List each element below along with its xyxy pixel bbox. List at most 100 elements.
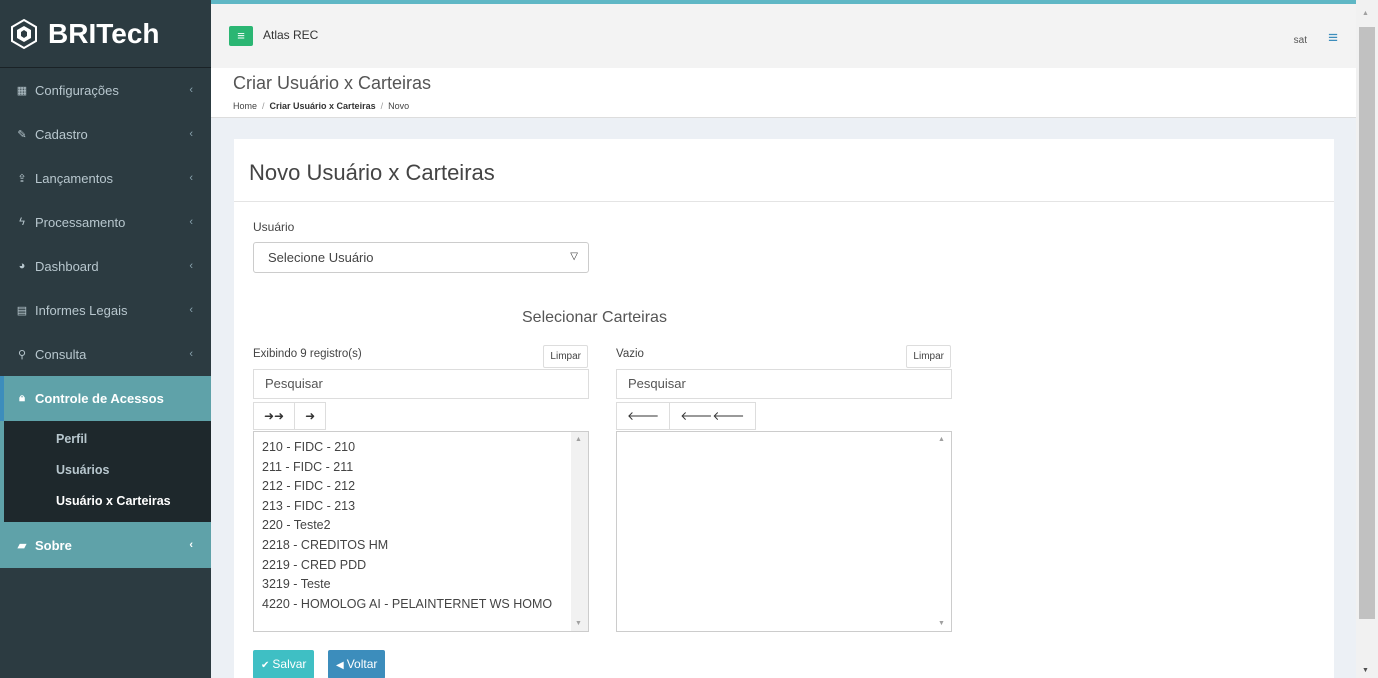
brand[interactable]: BRITech: [0, 0, 211, 68]
selected-info: Vazio: [616, 348, 644, 360]
scroll-down-icon[interactable]: ▼: [938, 620, 945, 627]
sidebar-item-label: Processamento: [35, 214, 126, 230]
scroll-up-icon[interactable]: ▲: [575, 436, 582, 443]
move-buttons: ➜➜ ➜: [253, 402, 327, 430]
move-all-button[interactable]: ➜➜: [253, 402, 296, 430]
move-selected-button[interactable]: ➜: [294, 402, 327, 430]
remove-all-button[interactable]: 🡐🡐: [669, 402, 756, 430]
bolt-icon: ϟ: [19, 216, 25, 228]
sidebar-item-label: Informes Legais: [35, 302, 128, 318]
breadcrumb-current[interactable]: Criar Usuário x Carteiras: [270, 101, 376, 111]
listbox-scrollbar[interactable]: ▲ ▼: [934, 432, 951, 631]
chevron-left-icon: ‹: [189, 172, 193, 184]
usuario-label: Usuário: [253, 220, 295, 234]
user-name[interactable]: sat: [1294, 35, 1307, 46]
list-item[interactable]: 4220 - HOMOLOG AI - PELAINTERNET WS HOMO: [262, 595, 588, 615]
form-box: Novo Usuário x Carteiras Usuário Selecio…: [234, 139, 1334, 678]
scroll-up-icon[interactable]: ▲: [938, 436, 945, 443]
form-title: Novo Usuário x Carteiras: [249, 160, 495, 185]
scrollbar-thumb[interactable]: [1359, 27, 1375, 619]
sidebar-item-label: Dashboard: [35, 258, 99, 274]
submenu-controle-de-acessos: Perfil Usuários Usuário x Carteiras: [0, 421, 211, 522]
remove-buttons: 🡐 🡐🡐: [616, 402, 756, 430]
list-item[interactable]: 2218 - CREDITOS HM: [262, 536, 588, 556]
scroll-down-icon[interactable]: ▼: [1362, 667, 1369, 674]
content-header: Criar Usuário x Carteiras Home / Criar Usu…: [211, 68, 1356, 118]
list-item[interactable]: 213 - FIDC - 213: [262, 497, 588, 517]
chevron-left-icon: ‹: [189, 84, 193, 96]
logo-icon: [11, 18, 37, 49]
upload-icon: ⇪: [17, 172, 27, 185]
save-label: Salvar: [272, 657, 307, 671]
sidebar-item-dashboard[interactable]: ◕ Dashboard ‹: [0, 244, 211, 288]
brand-name: BRITech: [48, 17, 160, 49]
save-button[interactable]: ✔ Salvar: [253, 650, 315, 678]
breadcrumb-last: Novo: [388, 101, 410, 111]
clear-available-button[interactable]: Limpar: [543, 345, 588, 368]
menu-icon[interactable]: ≡: [1328, 29, 1338, 46]
chevron-left-icon: ‹: [189, 260, 193, 272]
selecionar-carteiras-label: Selecionar Carteiras: [522, 309, 667, 326]
list-item[interactable]: 211 - FIDC - 211: [262, 458, 588, 478]
sidebar-item-label: Configurações: [35, 82, 119, 98]
building-icon: ▤: [16, 304, 28, 317]
search-available-input[interactable]: Pesquisar: [253, 369, 589, 399]
scroll-up-icon[interactable]: ▲: [1362, 10, 1369, 17]
sidebar-item-label: Consulta: [35, 346, 87, 362]
binoculars-icon: ⚲: [17, 348, 27, 361]
back-label: Voltar: [346, 657, 378, 671]
lock-icon: 🔒︎: [19, 392, 25, 404]
breadcrumb-home[interactable]: Home: [233, 101, 257, 111]
back-button[interactable]: ◀ Voltar: [328, 650, 386, 678]
arrow-circle-left-icon: ◀: [336, 660, 344, 671]
available-info: Exibindo 9 registro(s): [253, 348, 362, 360]
sidebar-item-configuracoes[interactable]: ▦ Configurações ‹: [0, 68, 211, 112]
list-item[interactable]: 220 - Teste2: [262, 516, 588, 536]
sidebar-item-sobre[interactable]: ▰ Sobre ‹: [0, 522, 211, 568]
page-scrollbar[interactable]: ▲ ▼: [1356, 0, 1378, 678]
sidebar: BRITech ▦ Configurações ‹ ✎ Cadastro ‹ ⇪…: [0, 0, 211, 678]
sidebar-item-processamento[interactable]: ϟ Processamento ‹: [0, 200, 211, 244]
sidebar-subitem-perfil[interactable]: Perfil: [4, 423, 211, 454]
listbox-scrollbar[interactable]: ▲ ▼: [571, 432, 588, 631]
list-item[interactable]: 2219 - CRED PDD: [262, 556, 588, 576]
chevron-down-icon: ▽: [570, 251, 578, 262]
selected-listbox[interactable]: ▲ ▼: [616, 431, 952, 632]
sidebar-item-informes-legais[interactable]: ▤ Informes Legais ‹: [0, 288, 211, 332]
app-title: Atlas REC: [263, 28, 319, 42]
sidebar-item-label: Controle de Acessos: [35, 391, 164, 406]
chevron-left-icon: ‹: [189, 216, 193, 228]
list-item[interactable]: 212 - FIDC - 212: [262, 477, 588, 497]
sidebar-subitem-usuarios[interactable]: Usuários: [4, 454, 211, 485]
chevron-left-icon: ‹: [189, 539, 193, 551]
book-icon: ▰: [17, 539, 27, 552]
pie-chart-icon: ◕: [18, 260, 26, 272]
search-selected-input[interactable]: Pesquisar: [616, 369, 952, 399]
sidebar-item-lancamentos[interactable]: ⇪ Lançamentos ‹: [0, 156, 211, 200]
chevron-left-icon: ‹: [189, 348, 193, 360]
sidebar-item-cadastro[interactable]: ✎ Cadastro ‹: [0, 112, 211, 156]
breadcrumb: Home / Criar Usuário x Carteiras / Novo: [233, 101, 410, 111]
clear-selected-button[interactable]: Limpar: [906, 345, 951, 368]
sidebar-item-controle-de-acessos[interactable]: 🔒︎ Controle de Acessos: [0, 376, 211, 421]
hamburger-icon: ≡: [237, 28, 245, 43]
scroll-down-icon[interactable]: ▼: [575, 620, 582, 627]
check-circle-icon: ✔: [261, 660, 270, 671]
available-listbox[interactable]: 210 - FIDC - 210 211 - FIDC - 211 212 - …: [253, 431, 589, 632]
chevron-left-icon: ‹: [189, 304, 193, 316]
sidebar-item-label: Sobre: [35, 537, 72, 553]
edit-icon: ✎: [17, 128, 27, 141]
page-title: Criar Usuário x Carteiras: [233, 73, 432, 93]
remove-selected-button[interactable]: 🡐: [616, 402, 671, 430]
sidebar-subitem-usuario-x-carteiras[interactable]: Usuário x Carteiras: [4, 485, 211, 516]
divider: [234, 201, 1334, 202]
grid-icon: ▦: [16, 84, 28, 97]
list-item[interactable]: 210 - FIDC - 210: [262, 438, 588, 458]
usuario-select-value: Selecione Usuário: [268, 250, 374, 265]
list-item[interactable]: 3219 - Teste: [262, 575, 588, 595]
sidebar-toggle-button[interactable]: ≡: [229, 26, 253, 46]
top-navbar: ≡ Atlas REC sat ≡: [211, 0, 1356, 68]
sidebar-item-consulta[interactable]: ⚲ Consulta ‹: [0, 332, 211, 376]
chevron-left-icon: ‹: [189, 128, 193, 140]
usuario-select[interactable]: Selecione Usuário ▽: [253, 242, 589, 273]
